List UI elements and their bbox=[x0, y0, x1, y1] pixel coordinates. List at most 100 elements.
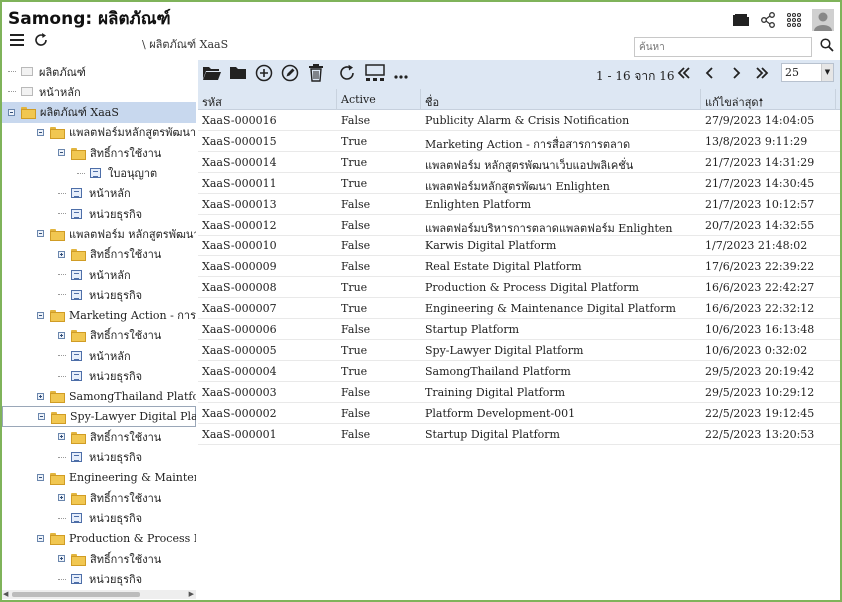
tree-node[interactable]: ผลิตภัณฑ์ XaaS bbox=[2, 101, 196, 123]
tree-node[interactable]: สิทธิ์การใช้งาน bbox=[2, 426, 196, 447]
open-folder-icon[interactable] bbox=[202, 64, 222, 84]
refresh-icon[interactable] bbox=[338, 64, 356, 85]
collapse-icon[interactable] bbox=[37, 311, 44, 319]
tree-node[interactable]: แพลตฟอร์มหลักสูตรพัฒนา Enlighten bbox=[2, 122, 196, 143]
expand-icon[interactable] bbox=[37, 392, 44, 400]
column-divider[interactable] bbox=[700, 89, 701, 110]
last-page-icon[interactable] bbox=[755, 67, 769, 83]
collapse-icon[interactable] bbox=[37, 128, 44, 136]
collapse-icon[interactable] bbox=[38, 413, 45, 421]
tree-node[interactable]: ผลิตภัณฑ์ bbox=[2, 61, 196, 82]
column-divider[interactable] bbox=[835, 89, 836, 110]
column-divider[interactable] bbox=[420, 89, 421, 110]
table-row[interactable]: XaaS-000004 True SamongThailand Platform 29… bbox=[198, 361, 840, 382]
cell-code: XaaS-000004 bbox=[202, 364, 277, 378]
more-icon[interactable] bbox=[394, 69, 408, 82]
cell-modified: 22/5/2023 13:20:53 bbox=[705, 427, 815, 441]
tree-node[interactable]: สิทธิ์การใช้งาน bbox=[2, 244, 196, 265]
expand-icon[interactable] bbox=[58, 250, 65, 258]
collapse-icon[interactable] bbox=[37, 474, 44, 481]
tree-node[interactable]: หน่วยธุรกิจ bbox=[2, 569, 196, 590]
tree-node[interactable]: หน่วยธุรกิจ bbox=[2, 203, 196, 224]
tree-node[interactable]: หน่วยธุรกิจ bbox=[2, 366, 196, 387]
expand-icon[interactable] bbox=[58, 555, 65, 563]
tree-node[interactable]: หน่วยธุรกิจ bbox=[2, 508, 196, 529]
share-icon[interactable] bbox=[760, 12, 776, 28]
column-header-modified-label: แก้ไขล่าสุด bbox=[705, 96, 759, 109]
search-icon[interactable] bbox=[820, 38, 834, 55]
menu-icon[interactable] bbox=[10, 34, 24, 49]
next-page-icon[interactable] bbox=[731, 67, 741, 83]
table-row[interactable]: XaaS-000012 False แพลตฟอร์มบริหารการตลาดแพ… bbox=[198, 215, 840, 236]
tree-node-label: Production & Process Digital Platform bbox=[69, 531, 196, 545]
column-header-name[interactable]: ชื่อ bbox=[425, 93, 439, 111]
tree-node[interactable]: SamongThailand Platform bbox=[2, 386, 196, 407]
table-row[interactable]: XaaS-000008 True Production & Process Digi… bbox=[198, 277, 840, 299]
tree-node-label: หน่วยธุรกิจ bbox=[89, 512, 143, 526]
cell-active: False bbox=[341, 260, 371, 274]
folder-icon[interactable] bbox=[732, 13, 750, 27]
scroll-left-icon[interactable]: ◀ bbox=[3, 590, 8, 598]
tree-node[interactable]: สิทธิ์การใช้งาน bbox=[2, 548, 196, 569]
tree-node[interactable]: หน้าหลัก bbox=[2, 345, 196, 366]
search-input[interactable] bbox=[634, 37, 812, 57]
cell-name: Real Estate Digital Platform bbox=[425, 260, 582, 274]
tree-node[interactable]: สิทธิ์การใช้งาน bbox=[2, 487, 196, 508]
tree-node[interactable]: ใบอนุญาต bbox=[2, 163, 196, 184]
table-row[interactable]: XaaS-000006 False Startup Platform 10/6/202… bbox=[198, 319, 840, 340]
tree-node[interactable]: สิทธิ์การใช้งาน bbox=[2, 142, 196, 163]
table-row[interactable]: XaaS-000001 False Startup Digital Platform… bbox=[198, 424, 840, 445]
table-row[interactable]: XaaS-000014 True แพลตฟอร์ม หลักสูตรพัฒนาเว… bbox=[198, 152, 840, 173]
table-row[interactable]: XaaS-000010 False Karwis Digital Platform 1… bbox=[198, 235, 840, 257]
apps-grid-icon[interactable] bbox=[786, 12, 802, 28]
table-row[interactable]: XaaS-000005 True Spy-Lawyer Digital Platfo… bbox=[198, 340, 840, 361]
sidebar-hscrollbar[interactable]: ◀ ▶ bbox=[2, 590, 196, 599]
delete-icon[interactable] bbox=[308, 64, 324, 85]
folder-icon[interactable] bbox=[229, 64, 247, 84]
table-row[interactable]: XaaS-000013 False Enlighten Platform 21/7/2… bbox=[198, 194, 840, 215]
collapse-icon[interactable] bbox=[37, 230, 44, 238]
tree-node[interactable]: หน่วยธุรกิจ bbox=[2, 284, 196, 305]
edit-icon[interactable] bbox=[281, 64, 299, 85]
page-size-select[interactable]: 25 ▼ bbox=[781, 63, 834, 82]
table-row[interactable]: XaaS-000003 False Training Digital Platfor… bbox=[198, 382, 840, 403]
tree-node[interactable]: หน่วยธุรกิจ bbox=[2, 447, 196, 468]
grid-toolbar bbox=[198, 60, 840, 89]
collapse-icon[interactable] bbox=[58, 149, 65, 157]
table-row[interactable]: XaaS-000015 True Marketing Action - การสื่… bbox=[198, 131, 840, 152]
expand-icon[interactable] bbox=[58, 494, 65, 502]
tree-node[interactable]: สิทธิ์การใช้งาน bbox=[2, 325, 196, 346]
first-page-icon[interactable] bbox=[677, 67, 691, 83]
expand-icon[interactable] bbox=[58, 331, 65, 339]
tree-node[interactable]: Production & Process Digital Platform bbox=[2, 528, 196, 549]
reload-icon[interactable] bbox=[34, 33, 48, 50]
chevron-down-icon[interactable]: ▼ bbox=[821, 64, 833, 81]
prev-page-icon[interactable] bbox=[705, 67, 715, 83]
table-row[interactable]: XaaS-000002 False Platform Development-001… bbox=[198, 403, 840, 424]
tree-node[interactable]: หน้าหลัก bbox=[2, 183, 196, 204]
collapse-icon[interactable] bbox=[8, 108, 15, 116]
table-row[interactable]: XaaS-000009 False Real Estate Digital Plat… bbox=[198, 256, 840, 278]
column-header-active[interactable]: Active bbox=[341, 93, 376, 106]
table-row[interactable]: XaaS-000007 True Engineering & Maintenance… bbox=[198, 298, 840, 320]
tree-node[interactable]: Marketing Action - การสื่อสารการตลาด bbox=[2, 305, 196, 326]
scrollbar-thumb[interactable] bbox=[12, 592, 140, 597]
cell-name: Production & Process Digital Platform bbox=[425, 281, 639, 295]
user-avatar-icon[interactable] bbox=[812, 9, 834, 31]
cell-active: True bbox=[341, 281, 368, 295]
column-divider[interactable] bbox=[336, 89, 337, 110]
page-icon bbox=[71, 452, 82, 463]
layout-icon[interactable] bbox=[365, 64, 385, 85]
collapse-icon[interactable] bbox=[37, 534, 44, 542]
tree-node[interactable]: แพลตฟอร์ม หลักสูตรพัฒนาเว็บแอปพลิเคชั่น bbox=[2, 223, 196, 244]
add-icon[interactable] bbox=[255, 64, 273, 85]
column-header-code[interactable]: รหัส bbox=[202, 93, 222, 111]
table-row[interactable]: XaaS-000016 False Publicity Alarm & Crisis… bbox=[198, 110, 840, 131]
table-row[interactable]: XaaS-000011 True แพลตฟอร์มหลักสูตรพัฒนา En… bbox=[198, 173, 840, 194]
tree-node[interactable]: หน้าหลัก bbox=[2, 81, 196, 102]
expand-icon[interactable] bbox=[58, 433, 65, 441]
tree-node[interactable]: Spy-Lawyer Digital Platform bbox=[2, 406, 196, 428]
tree-node[interactable]: Engineering & Maintenance Digital Platfo… bbox=[2, 467, 196, 488]
tree-node[interactable]: หน้าหลัก bbox=[2, 264, 196, 285]
scroll-right-icon[interactable]: ▶ bbox=[189, 590, 194, 598]
